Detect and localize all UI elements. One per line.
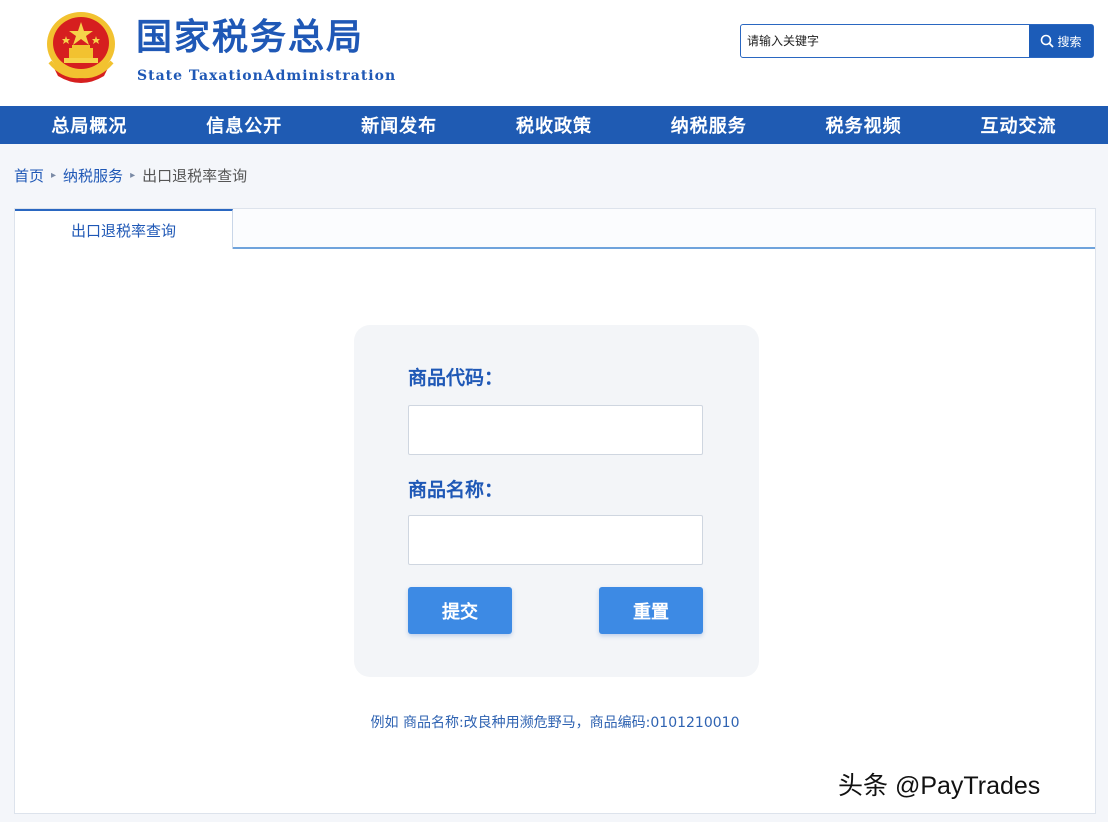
breadcrumb-current: 出口退税率查询 (142, 167, 248, 185)
search-icon (1041, 34, 1055, 48)
tab-export-rebate-query[interactable]: 出口退税率查询 (15, 209, 233, 251)
example-hint: 例如 商品名称:改良种用濒危野马，商品编码:0101210010 (370, 715, 740, 731)
search-button-label: 搜索 (1057, 34, 1082, 49)
breadcrumb-section[interactable]: 纳税服务 (63, 165, 123, 186)
tab-bar: 出口退税率查询 (15, 209, 1095, 251)
nav-item-tax-service[interactable]: 纳税服务 (663, 112, 755, 138)
search-button[interactable]: 搜索 (1029, 25, 1093, 57)
nav-item-disclosure[interactable]: 信息公开 (198, 112, 290, 138)
nav-item-tax-video[interactable]: 税务视频 (818, 112, 910, 138)
chevron-right-icon: ▸ (51, 170, 57, 181)
query-form: 商品代码： 商品名称： 提交 重置 (354, 325, 759, 677)
nav-item-news[interactable]: 新闻发布 (353, 112, 445, 138)
chevron-right-icon: ▸ (130, 170, 136, 181)
product-name-input[interactable] (408, 515, 703, 565)
breadcrumb-home[interactable]: 首页 (14, 165, 44, 186)
nav-item-overview[interactable]: 总局概况 (43, 112, 135, 138)
site-subtitle: State TaxationAdministration (137, 68, 397, 84)
page: 国家税务总局 State TaxationAdministration 搜索 总… (0, 0, 1108, 822)
site-title: 国家税务总局 (136, 17, 365, 58)
breadcrumb: 首页 ▸ 纳税服务 ▸ 出口退税率查询 (14, 165, 247, 186)
national-emblem-icon (47, 12, 115, 83)
search-box: 搜索 (740, 24, 1094, 58)
site-header: 国家税务总局 State TaxationAdministration 搜索 (0, 0, 1108, 106)
main-nav: 总局概况 信息公开 新闻发布 税收政策 纳税服务 税务视频 互动交流 (0, 106, 1108, 144)
watermark: 头条 @PayTrades (838, 772, 1041, 800)
product-code-label: 商品代码： (408, 367, 504, 389)
submit-button[interactable]: 提交 (408, 587, 512, 634)
nav-item-tax-policy[interactable]: 税收政策 (508, 112, 600, 138)
reset-button[interactable]: 重置 (599, 587, 703, 634)
product-name-label: 商品名称： (408, 479, 504, 501)
search-input[interactable] (741, 25, 1029, 57)
content-panel: 出口退税率查询 商品代码： 商品名称： 提交 重置 例如 商品名称:改良种用濒危… (14, 208, 1096, 814)
nav-item-interaction[interactable]: 互动交流 (972, 112, 1064, 138)
product-code-input[interactable] (408, 405, 703, 455)
